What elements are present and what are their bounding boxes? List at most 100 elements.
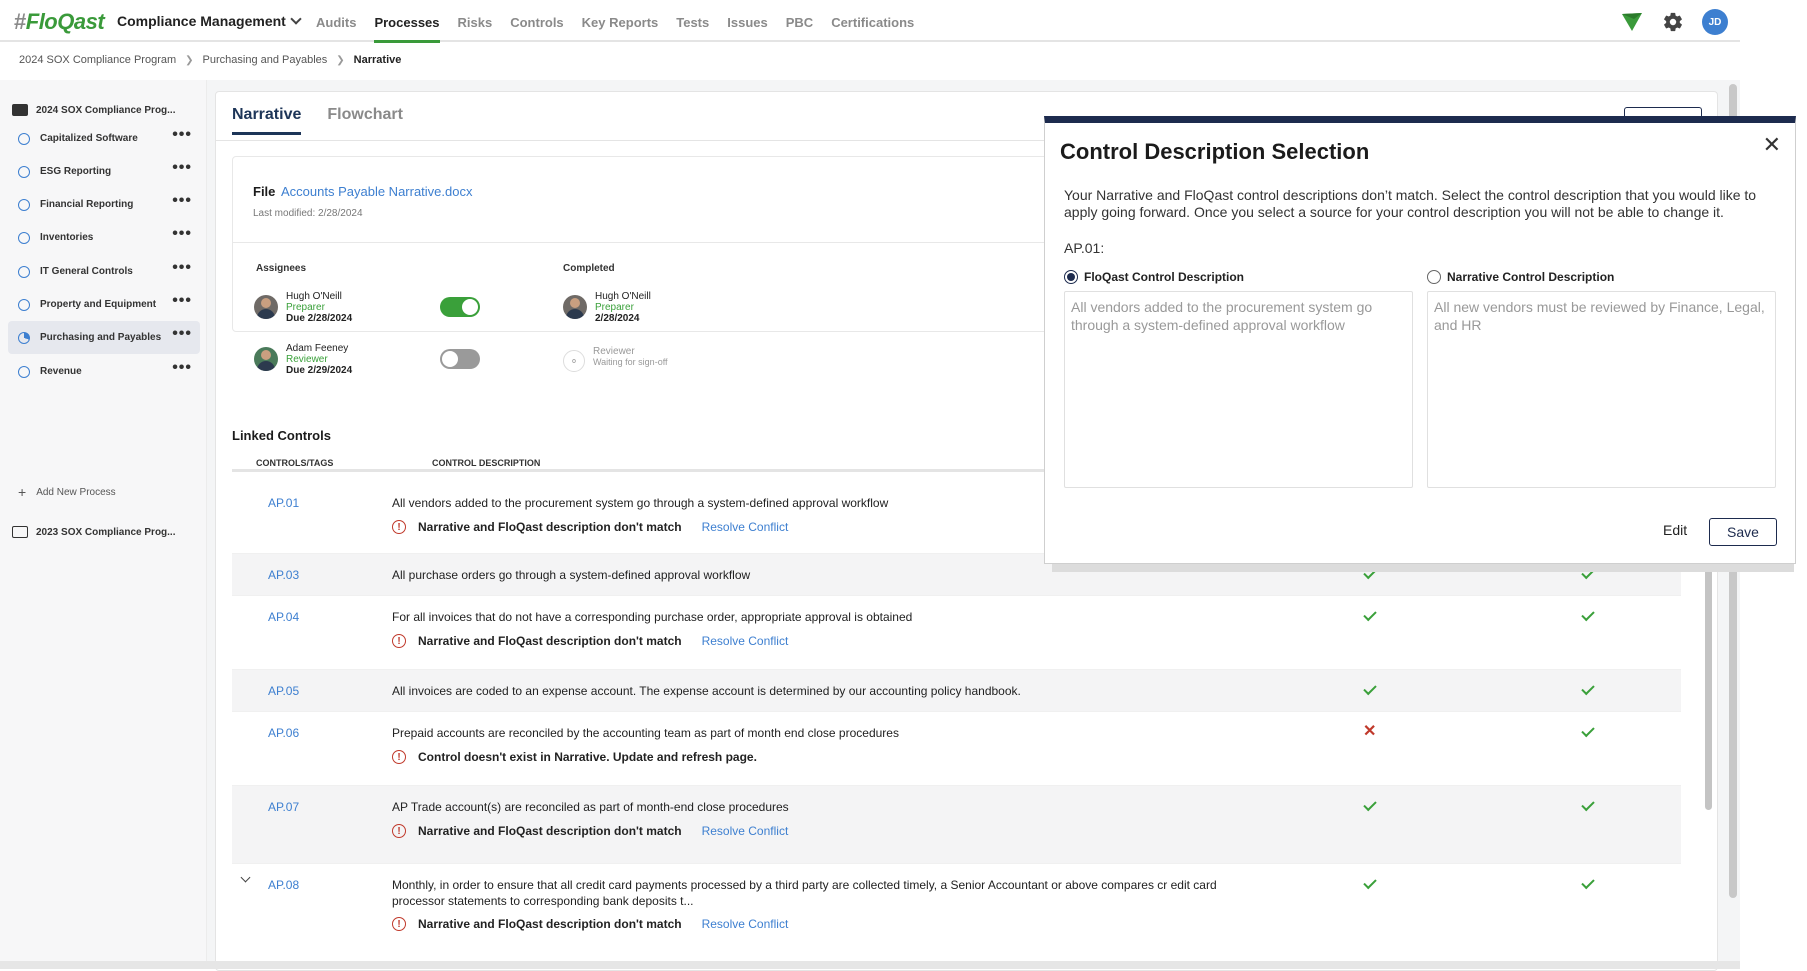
radio-floqast-description[interactable]: FloQast Control Description (1064, 270, 1244, 284)
progress-ring-icon (18, 165, 30, 178)
assignee-role: Preparer (286, 302, 325, 313)
sidebar-item-revenue[interactable]: Revenue ••• (8, 355, 200, 388)
progress-ring-icon (18, 331, 30, 344)
control-id-link[interactable]: AP.04 (268, 610, 299, 624)
add-new-process-button[interactable]: + Add New Process (18, 484, 116, 500)
breadcrumb-process[interactable]: Purchasing and Payables (203, 54, 328, 66)
conflict-warning: ! Control doesn't exist in Narrative. Upd… (392, 750, 757, 764)
floqast-flag-icon[interactable] (1620, 11, 1644, 33)
more-options-icon[interactable]: ••• (172, 160, 192, 176)
nav-audits[interactable]: Audits (307, 0, 365, 42)
sidebar-item-property-and-equipment[interactable]: Property and Equipment ••• (8, 288, 200, 321)
table-row: AP.05 All invoices are coded to an expens… (232, 670, 1681, 712)
more-options-icon[interactable]: ••• (172, 326, 192, 342)
save-button[interactable]: Save (1709, 518, 1777, 546)
sidebar-item-esg-reporting[interactable]: ESG Reporting ••• (8, 155, 200, 188)
control-description-modal: Control Description Selection ✕ Your Nar… (1044, 116, 1796, 564)
sidebar-item-capitalized-software[interactable]: Capitalized Software ••• (8, 122, 200, 155)
sidebar-item-purchasing-and-payables[interactable]: Purchasing and Payables ••• (8, 321, 200, 354)
close-icon[interactable]: ✕ (1763, 134, 1781, 156)
resolve-conflict-link[interactable]: Resolve Conflict (702, 917, 789, 931)
user-initials: JD (1708, 16, 1722, 28)
more-options-icon[interactable]: ••• (172, 127, 192, 143)
sidebar-item-inventories[interactable]: Inventories ••• (8, 221, 200, 254)
alert-circle-icon: ! (392, 520, 406, 534)
warning-text: Narrative and FloQast description don't … (418, 634, 682, 648)
nav-issues[interactable]: Issues (718, 0, 776, 42)
avatar (254, 347, 278, 371)
user-avatar[interactable]: JD (1702, 9, 1728, 35)
breadcrumb-program[interactable]: 2024 SOX Compliance Program (19, 54, 176, 66)
nav-processes[interactable]: Processes (365, 0, 448, 43)
col-controls: CONTROLS/TAGS (256, 458, 334, 468)
nav-risks[interactable]: Risks (449, 0, 502, 42)
control-id-link[interactable]: AP.01 (268, 496, 299, 510)
check-icon (1581, 875, 1595, 890)
nav-key-reports[interactable]: Key Reports (573, 0, 668, 42)
more-options-icon[interactable]: ••• (172, 360, 192, 376)
resolve-conflict-link[interactable]: Resolve Conflict (702, 634, 789, 648)
last-modified-text: Last modified: 2/28/2024 (253, 208, 363, 219)
assignee-due: Due 2/29/2024 (286, 365, 353, 376)
check-icon (1581, 681, 1595, 696)
horizontal-scrollbar[interactable] (0, 961, 1740, 969)
edit-button[interactable]: Edit (1663, 522, 1687, 538)
modal-control-id: AP.01: (1064, 240, 1105, 256)
control-id-link[interactable]: AP.07 (268, 800, 299, 814)
radio-narrative-description[interactable]: Narrative Control Description (1427, 270, 1614, 284)
sidebar-folder-2024[interactable]: 2024 SOX Compliance Prog... (12, 104, 176, 116)
breadcrumb-current: Narrative (353, 54, 402, 66)
radio-unselected-icon[interactable] (1427, 270, 1441, 284)
conflict-warning: ! Narrative and FloQast description don't… (392, 824, 788, 838)
sidebar-item-financial-reporting[interactable]: Financial Reporting ••• (8, 188, 200, 221)
nav-certifications[interactable]: Certifications (822, 0, 923, 42)
radio-selected-icon[interactable] (1064, 270, 1078, 284)
more-options-icon[interactable]: ••• (172, 193, 192, 209)
completed-reviewer: ⚬ Reviewer Waiting for sign-off (563, 346, 668, 372)
more-options-icon[interactable]: ••• (172, 260, 192, 276)
nav-pbc[interactable]: PBC (777, 0, 822, 42)
preparer-signoff-toggle[interactable] (440, 297, 480, 317)
control-id-link[interactable]: AP.03 (268, 568, 299, 582)
control-description: Monthly, in order to ensure that all cre… (392, 878, 1217, 908)
assignees-header: Assignees (256, 263, 307, 274)
more-options-icon[interactable]: ••• (172, 226, 192, 242)
completed-name: Hugh O'Neill (595, 291, 651, 302)
control-id-link[interactable]: AP.06 (268, 726, 299, 740)
control-description: For all invoices that do not have a corr… (392, 610, 913, 624)
floqast-logo[interactable]: #FloQast (14, 9, 105, 35)
table-row: AP.04 For all invoices that do not have a… (232, 596, 1681, 670)
gear-icon[interactable] (1662, 11, 1684, 33)
nav-tests[interactable]: Tests (667, 0, 718, 42)
sidebar-item-it-general-controls[interactable]: IT General Controls ••• (8, 255, 200, 288)
tab-narrative[interactable]: Narrative (232, 106, 302, 135)
modal-body-text: Your Narrative and FloQast control descr… (1064, 187, 1757, 220)
file-link[interactable]: Accounts Payable Narrative.docx (281, 184, 472, 199)
progress-ring-icon (18, 231, 30, 244)
resolve-conflict-link[interactable]: Resolve Conflict (702, 520, 789, 534)
add-new-process-label: Add New Process (36, 486, 116, 498)
chevron-right-icon: ❯ (336, 54, 345, 66)
content-scrollbar[interactable] (1705, 530, 1712, 810)
tab-flowchart[interactable]: Flowchart (327, 106, 403, 135)
file-card (232, 156, 1132, 332)
table-row: AP.07 AP Trade account(s) are reconciled … (232, 786, 1681, 864)
sidebar-folder-label: 2024 SOX Compliance Prog... (36, 104, 176, 116)
progress-ring-icon (18, 132, 30, 145)
sidebar-folder-2023[interactable]: 2023 SOX Compliance Prog... (12, 526, 176, 538)
control-id-link[interactable]: AP.05 (268, 684, 299, 698)
reviewer-signoff-toggle[interactable] (440, 349, 480, 369)
alert-circle-icon: ! (392, 634, 406, 648)
conflict-warning: ! Narrative and FloQast description don't… (392, 634, 788, 648)
sidebar-item-label: ESG Reporting (40, 166, 112, 177)
sidebar-item-label: Purchasing and Payables (40, 332, 162, 343)
table-row: AP.08 Monthly, in order to ensure that al… (232, 864, 1681, 964)
more-options-icon[interactable]: ••• (172, 293, 192, 309)
chevron-right-icon: ❯ (185, 54, 194, 66)
control-id-link[interactable]: AP.08 (268, 878, 299, 892)
module-switcher[interactable]: Compliance Management (117, 12, 302, 29)
nav-controls[interactable]: Controls (501, 0, 572, 42)
linked-controls-header: Linked Controls (232, 428, 331, 443)
resolve-conflict-link[interactable]: Resolve Conflict (702, 824, 789, 838)
chevron-down-icon[interactable] (240, 872, 251, 883)
